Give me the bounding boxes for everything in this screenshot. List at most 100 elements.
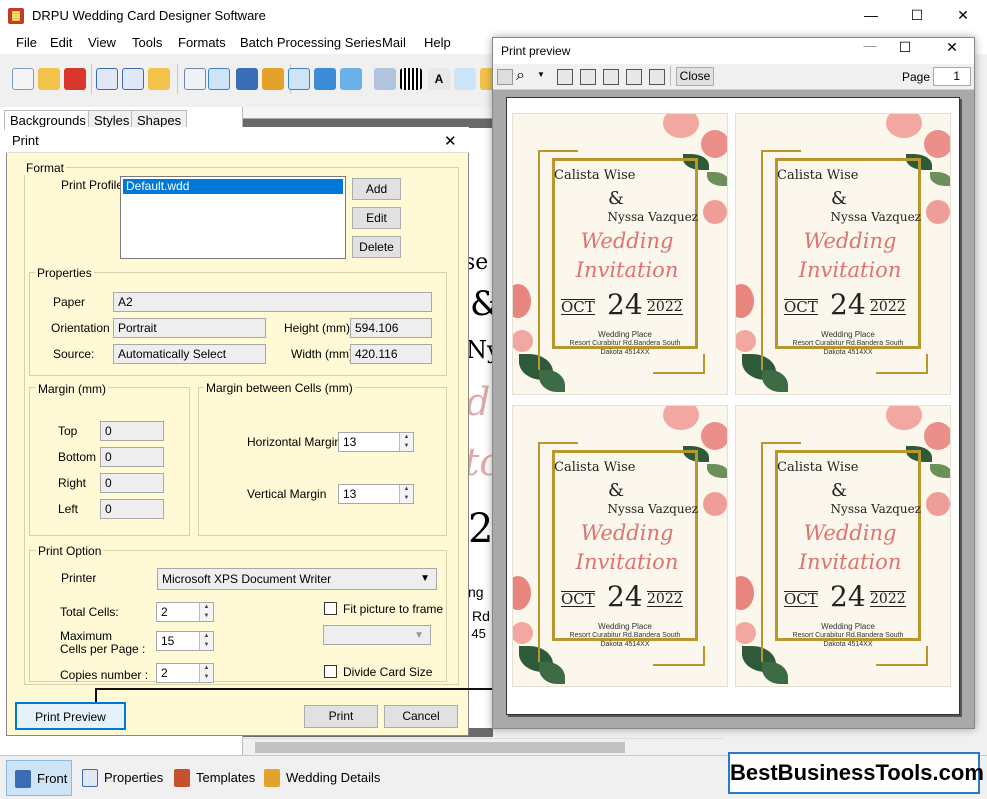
delete-profile-button[interactable]: Delete xyxy=(352,236,401,258)
chevron-down-icon: ▼ xyxy=(420,573,430,584)
menu-help[interactable]: Help xyxy=(424,35,451,50)
card-name-1: Calista Wise xyxy=(777,460,859,475)
horizontal-scrollbar[interactable] xyxy=(243,738,723,755)
leaf-decoration xyxy=(762,662,788,684)
max-cells-label: Maximum xyxy=(60,629,113,643)
insert-image-icon[interactable] xyxy=(288,68,310,90)
zoom-icon[interactable]: ⌕ xyxy=(516,67,525,85)
canvas-card-preview[interactable]: se & Nys di to 24 ng Rd ka 45 xyxy=(468,128,493,728)
right-margin-field[interactable]: 0 xyxy=(100,473,164,493)
menu-batch-processing[interactable]: Batch Processing Series xyxy=(240,35,382,50)
tab-properties[interactable]: Properties xyxy=(74,760,171,796)
print-profile-list[interactable]: Default.wdd xyxy=(120,176,346,259)
leaf-decoration xyxy=(539,662,565,684)
right-margin-label: Right xyxy=(58,476,87,490)
fit-picture-checkbox[interactable] xyxy=(324,602,337,615)
properties-label: Properties xyxy=(35,266,94,280)
printer-select[interactable]: Microsoft XPS Document Writer ▼ xyxy=(157,568,437,590)
print-dialog-close-button[interactable]: ✕ xyxy=(444,132,457,150)
menu-file[interactable]: File xyxy=(16,35,37,50)
save-icon[interactable] xyxy=(96,68,118,90)
tab-front[interactable]: Front xyxy=(6,760,72,796)
gift-icon[interactable] xyxy=(262,68,284,90)
wordart-icon[interactable] xyxy=(454,68,476,90)
print-option-label: Print Option xyxy=(36,544,104,558)
gold-frame-corner xyxy=(653,354,705,374)
menu-tools[interactable]: Tools xyxy=(132,35,162,50)
menu-mail[interactable]: Mail xyxy=(382,35,406,50)
barcode-icon[interactable] xyxy=(400,68,422,90)
preview-print-icon[interactable] xyxy=(497,69,513,85)
chevron-down-icon[interactable]: ▼ xyxy=(537,70,545,79)
tab-templates[interactable]: Templates xyxy=(166,760,263,796)
spinner-arrows-icon[interactable]: ▲ ▼ xyxy=(199,603,213,621)
six-pages-icon[interactable] xyxy=(649,69,665,85)
watermark-icon[interactable] xyxy=(374,68,396,90)
bottom-margin-field[interactable]: 0 xyxy=(100,447,164,467)
tab-wedding-details[interactable]: Wedding Details xyxy=(256,760,388,796)
card-address-line-1: Resort Curabitur Rd.Bandera South xyxy=(792,632,904,639)
page-number-spinner[interactable]: 1 xyxy=(933,67,971,86)
total-cells-spinner[interactable]: 2 ▲ ▼ xyxy=(156,602,214,622)
card-venue: Wedding Place Resort Curabitur Rd.Bander… xyxy=(775,330,921,357)
vertical-margin-spinner[interactable]: 13 ▲ ▼ xyxy=(338,484,414,504)
card-title-invitation: Invitation xyxy=(798,550,902,574)
pencil-icon[interactable] xyxy=(314,68,336,90)
flower-decoration xyxy=(513,576,531,610)
add-profile-button[interactable]: Add xyxy=(352,178,401,200)
save-as-icon[interactable] xyxy=(122,68,144,90)
two-pages-icon[interactable] xyxy=(580,69,596,85)
source-field: Automatically Select xyxy=(113,344,266,364)
preview-minimize-button[interactable]: — xyxy=(850,38,890,53)
spinner-arrows-icon[interactable]: ▲ ▼ xyxy=(399,433,413,451)
top-margin-label: Top xyxy=(58,424,78,438)
text-icon[interactable]: A xyxy=(428,68,450,90)
edit-profile-button[interactable]: Edit xyxy=(352,207,401,229)
spinner-arrows-icon[interactable]: ▲ ▼ xyxy=(399,485,413,503)
card-ampersand: & xyxy=(831,480,848,501)
print-icon[interactable] xyxy=(208,68,230,90)
page-setup-icon[interactable] xyxy=(184,68,206,90)
paper-label: Paper xyxy=(53,295,86,309)
close-button[interactable]: ✕ xyxy=(940,0,986,30)
scrollbar-thumb[interactable] xyxy=(255,742,625,753)
close-doc-icon[interactable] xyxy=(64,68,86,90)
total-cells-label: Total Cells: xyxy=(60,605,119,619)
max-cells-spinner[interactable]: 15 ▲ ▼ xyxy=(156,631,214,651)
menu-formats[interactable]: Formats xyxy=(178,35,226,50)
card-date: OCT 24 2022 xyxy=(782,581,922,615)
card-address-line-1: Resort Curabitur Rd.Bandera South xyxy=(569,340,681,347)
horizontal-ruler xyxy=(243,107,493,119)
flower-decoration xyxy=(663,114,699,138)
flower-decoration xyxy=(663,406,699,430)
maximize-button[interactable]: ☐ xyxy=(894,0,940,30)
canvas-text-fragment: Nys xyxy=(468,336,493,364)
three-pages-icon[interactable] xyxy=(603,69,619,85)
top-margin-field[interactable]: 0 xyxy=(100,421,164,441)
menu-view[interactable]: View xyxy=(88,35,116,50)
card-ampersand: & xyxy=(608,480,625,501)
preview-close-window-button[interactable]: ✕ xyxy=(937,39,967,56)
shapes-icon[interactable] xyxy=(340,68,362,90)
new-file-icon[interactable] xyxy=(12,68,34,90)
four-pages-icon[interactable] xyxy=(626,69,642,85)
canvas-text-fragment: to xyxy=(468,440,493,484)
print-batch-icon[interactable] xyxy=(236,68,258,90)
menu-edit[interactable]: Edit xyxy=(50,35,72,50)
profile-item-selected[interactable]: Default.wdd xyxy=(123,179,343,194)
spinner-arrows-icon[interactable]: ▲ ▼ xyxy=(199,632,213,650)
export-icon[interactable] xyxy=(148,68,170,90)
page-label: Page xyxy=(902,70,931,84)
horizontal-margin-spinner[interactable]: 13 ▲ ▼ xyxy=(338,432,414,452)
preview-maximize-button[interactable]: ☐ xyxy=(890,39,920,56)
minimize-button[interactable]: — xyxy=(848,0,894,30)
one-page-icon[interactable] xyxy=(557,69,573,85)
divide-card-label: Divide Card Size xyxy=(343,665,433,679)
divide-card-checkbox[interactable] xyxy=(324,665,337,678)
left-margin-field[interactable]: 0 xyxy=(100,499,164,519)
preview-close-button[interactable]: Close xyxy=(676,67,714,86)
open-folder-icon[interactable] xyxy=(38,68,60,90)
leaf-decoration xyxy=(930,464,950,478)
flower-decoration xyxy=(736,284,754,318)
gold-frame-corner xyxy=(653,646,705,666)
